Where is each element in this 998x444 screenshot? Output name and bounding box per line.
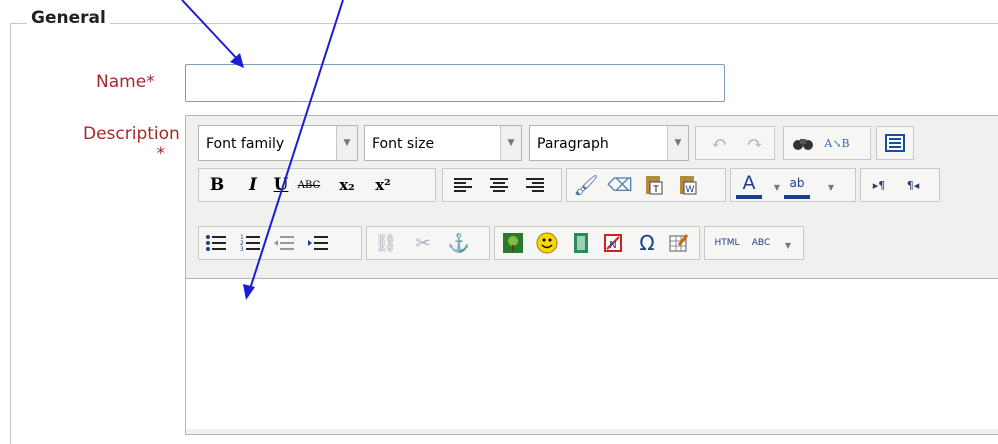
description-label-text: Description [83, 124, 180, 144]
editor-content-area[interactable] [186, 278, 998, 429]
description-required-marker: * [156, 144, 166, 164]
fullscreen-icon[interactable] [882, 129, 908, 157]
chevron-down-icon: ▼ [500, 126, 521, 160]
text-color-icon[interactable]: A [736, 171, 762, 199]
paragraph-select-text: Paragraph [537, 136, 609, 152]
font-family-select[interactable]: Font family ▼ [198, 125, 358, 161]
chevron-down-icon[interactable]: ▼ [818, 173, 844, 201]
media-icon[interactable] [568, 229, 594, 257]
name-label-text: Name [96, 72, 147, 92]
strikethrough-button[interactable]: ABC [292, 171, 326, 199]
numbered-list-icon[interactable]: 123 [237, 229, 263, 257]
chevron-down-icon: ▼ [336, 126, 357, 160]
undo-icon[interactable]: ↶ [706, 129, 732, 157]
anchor-icon[interactable]: ⚓ [446, 229, 472, 257]
paragraph-format-select[interactable]: Paragraph ▼ [529, 125, 689, 161]
nonbreaking-icon[interactable]: N [600, 229, 626, 257]
edit-table-icon[interactable] [666, 229, 692, 257]
align-left-icon[interactable] [450, 171, 476, 199]
paste-text-icon[interactable]: T [641, 171, 667, 199]
bold-button[interactable]: B [204, 171, 230, 199]
description-label: Description * [83, 124, 180, 164]
subscript-button[interactable]: x₂ [334, 171, 360, 199]
align-right-icon[interactable] [522, 171, 548, 199]
replace-icon[interactable]: A↘B [824, 129, 850, 157]
svg-text:T: T [652, 185, 659, 195]
font-family-select-text: Font family [206, 136, 285, 152]
superscript-button[interactable]: x² [370, 171, 396, 199]
fieldset-legend: General [27, 8, 110, 28]
font-size-select-text: Font size [372, 136, 435, 152]
spellcheck-label: ABC [751, 238, 771, 248]
chevron-down-icon: ▼ [667, 126, 688, 160]
svg-text:N: N [609, 240, 616, 251]
rtl-button[interactable]: ¶◂ [900, 171, 926, 199]
eraser-icon[interactable]: ⌫ [607, 171, 633, 199]
image-icon[interactable] [500, 229, 526, 257]
emoticon-icon[interactable] [534, 229, 560, 257]
paste-word-icon[interactable]: W [675, 171, 701, 199]
spellcheck-button[interactable]: ABC [748, 229, 774, 257]
unlink-icon[interactable]: ✂ [410, 229, 436, 257]
html-source-button[interactable]: HTML [710, 229, 744, 257]
redo-icon[interactable]: ↷ [742, 129, 768, 157]
name-input[interactable] [185, 64, 725, 102]
ltr-button[interactable]: ▸¶ [866, 171, 892, 199]
indent-icon[interactable] [305, 229, 331, 257]
align-center-icon[interactable] [486, 171, 512, 199]
cleanup-brush-icon[interactable]: 🖌 [573, 171, 599, 199]
bullet-list-icon[interactable] [203, 229, 229, 257]
search-icon[interactable] [790, 129, 816, 157]
chevron-down-icon[interactable]: ▼ [775, 231, 801, 259]
name-required-marker: * [146, 72, 155, 92]
underline-button[interactable]: U [268, 171, 294, 199]
font-size-select[interactable]: Font size ▼ [364, 125, 522, 161]
svg-text:3: 3 [240, 246, 244, 252]
name-label: Name* [96, 72, 155, 92]
special-character-button[interactable]: Ω [634, 229, 660, 257]
link-icon[interactable]: ⛓ [373, 229, 399, 257]
outdent-icon[interactable] [271, 229, 297, 257]
italic-button[interactable]: I [240, 171, 266, 199]
svg-text:W: W [686, 185, 695, 195]
highlight-color-icon[interactable]: ab [784, 171, 810, 199]
